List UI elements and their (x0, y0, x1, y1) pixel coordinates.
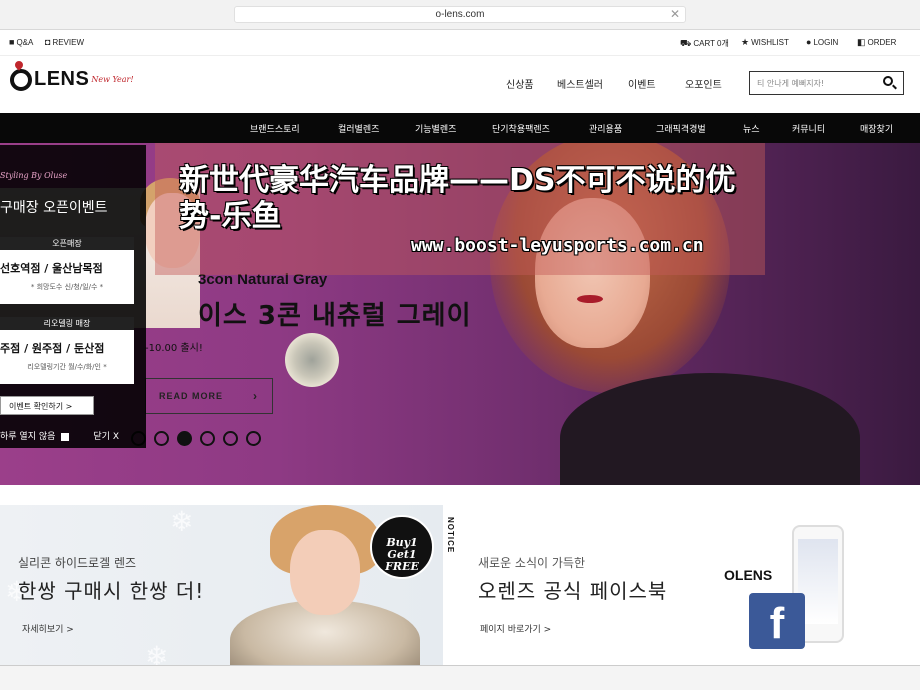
overlay-title: 新世代豪华汽车品牌——DS不可不说的优势-乐鱼 (179, 163, 736, 234)
arrow-right-icon: › (253, 389, 258, 403)
banner1-more-link[interactable]: 자세히보기 > (22, 622, 74, 635)
popup-box-sub: 리오델링기간 월/수/화/인 * (27, 363, 107, 371)
facebook-banner[interactable]: 새로운 소식이 가득한 오렌즈 공식 페이스북 페이지 바로가기 > OLENS… (460, 505, 920, 665)
main-nav: 브랜드스토리 컬러별렌즈 기능별렌즈 단기착용팩렌즈 관리용품 그래픽격경벌 뉴… (0, 113, 920, 143)
search-box[interactable]: 티 안나게 예뻐지자! (749, 71, 904, 95)
hero-spec: -10.00 출시! (145, 343, 203, 354)
chat-icon: ■ (9, 37, 15, 47)
buy1get1-badge: Buy1 Get1 FREE (370, 515, 434, 579)
search-input[interactable]: 티 안나게 예뻐지자! (757, 78, 824, 89)
bottom-bar (0, 665, 920, 690)
banner2-logo: OLENS (724, 567, 773, 583)
order-label: ORDER (867, 38, 897, 47)
site-header: LENS New Year! 신상품 베스트셀러 이벤트 오포인트 티 안나게 … (0, 56, 920, 113)
banner1-model-face (290, 530, 360, 615)
search-icon[interactable] (883, 76, 893, 86)
popup-footer: 하루 열지 않음 닫기 X (0, 429, 146, 442)
popup-box-main: 주점 / 원주점 / 둔산점 (0, 342, 105, 355)
main-nav-short-term[interactable]: 단기착용팩렌즈 (492, 122, 550, 135)
popup-event-button[interactable]: 이벤트 확인하기 > (0, 396, 94, 415)
main-nav-news[interactable]: 뉴스 (743, 122, 760, 135)
order-icon: ◧ (857, 37, 866, 47)
main-nav-function-lens[interactable]: 기능별렌즈 (415, 122, 456, 135)
carousel-dot[interactable] (223, 431, 238, 446)
banner2-subtitle: 새로운 소식이 가득한 (478, 556, 585, 570)
popup-title: 구매장 오픈이벤트 (0, 200, 108, 216)
popup-box-header: 오픈매장 (0, 237, 134, 250)
main-nav-community[interactable]: 커뮤니티 (792, 122, 825, 135)
overlay-banner: 新世代豪华汽车品牌——DS不可不说的优势-乐鱼 www.boost-leyusp… (155, 143, 765, 275)
cart-label: CART 0개 (693, 39, 729, 48)
main-nav-care[interactable]: 관리용품 (589, 122, 622, 135)
no-show-checkbox[interactable] (61, 432, 70, 441)
logo-new-year: New Year! (91, 75, 134, 84)
user-icon: ● (806, 37, 812, 47)
order-link[interactable]: ◧ ORDER (857, 37, 897, 48)
banner2-title: 오렌즈 공식 페이스북 (478, 579, 668, 603)
wishlist-label: WISHLIST (751, 38, 789, 47)
login-link[interactable]: ● LOGIN (806, 37, 839, 48)
wishlist-link[interactable]: ★ WISHLIST (741, 37, 789, 48)
cart-icon: ⛟ (680, 38, 692, 48)
qa-link[interactable]: ■ Q&A (9, 37, 34, 48)
snowflake-icon: ❄ (145, 641, 169, 665)
carousel-dots (131, 431, 261, 446)
login-label: LOGIN (813, 38, 839, 47)
nav-opoint[interactable]: 오포인트 (685, 76, 722, 91)
nav-new[interactable]: 신상품 (506, 76, 534, 91)
snowflake-icon: ❄ (170, 506, 194, 537)
main-nav-brand-story[interactable]: 브랜드스토리 (250, 122, 300, 135)
nav-event[interactable]: 이벤트 (628, 76, 656, 91)
cart-link[interactable]: ⛟ CART 0개 (680, 38, 729, 49)
promo-banner-buy1get1[interactable]: ❄ ❄ ❄ 실리콘 하이드로겔 렌즈 한쌍 구매시 한쌍 더! 자세히보기 > … (0, 505, 443, 665)
banner1-subtitle: 실리콘 하이드로겔 렌즈 (18, 556, 137, 570)
logo-o-mark (10, 68, 32, 91)
site-logo[interactable]: LENS New Year! (10, 68, 134, 91)
banner2-page-link[interactable]: 페이지 바로가기 > (480, 622, 551, 635)
address-bar[interactable]: o-lens.com ✕ (234, 6, 686, 23)
read-more-label: READ MORE (159, 391, 224, 401)
nav-best[interactable]: 베스트셀러 (557, 76, 603, 91)
popup-close-button[interactable]: 닫기 X (93, 429, 119, 442)
review-label: REVIEW (52, 38, 84, 47)
event-popup: Styling By Oluse 구매장 오픈이벤트 오픈매장 선호역점 / 울… (0, 145, 146, 448)
popup-open-store-box: 오픈매장 선호역점 / 울산남목점 * 희망도수 신/청/일/수 * (0, 237, 134, 304)
review-link[interactable]: ◘ REVIEW (45, 37, 84, 48)
utility-bar: ■ Q&A ◘ REVIEW ⛟ CART 0개 ★ WISHLIST ● LO… (0, 30, 920, 56)
no-show-today-label: 하루 열지 않음 (0, 432, 56, 442)
banner1-title: 한쌍 구매시 한쌍 더! (18, 579, 205, 603)
logo-text: LENS (34, 68, 90, 90)
notice-tab[interactable]: NOTICE (446, 517, 455, 553)
popup-script-text: Styling By Oluse (0, 171, 68, 180)
qa-label: Q&A (16, 38, 34, 47)
url-text: o-lens.com (435, 9, 485, 20)
star-icon: ★ (741, 37, 750, 47)
main-nav-store-finder[interactable]: 매장찾기 (860, 122, 893, 135)
popup-remodel-box: 리오델링 매장 주점 / 원주점 / 둔산점 리오델링기간 월/수/화/인 * (0, 317, 134, 384)
facebook-icon: f (749, 593, 805, 649)
popup-box-header: 리오델링 매장 (0, 317, 134, 330)
section-divider (0, 485, 920, 505)
popup-box-main: 선호역점 / 울산남목점 (0, 262, 103, 275)
popup-box-sub: * 희망도수 신/청/일/수 * (30, 283, 104, 291)
main-nav-color-lens[interactable]: 컬러별렌즈 (338, 122, 379, 135)
badge-text: Buy1 Get1 FREE (385, 536, 419, 573)
overlay-url: www.boost-leyusports.com.cn (411, 235, 704, 256)
browser-toolbar: o-lens.com ✕ (0, 0, 920, 30)
read-more-button[interactable]: READ MORE › (145, 378, 273, 414)
hero-model-lips (577, 295, 603, 303)
close-icon[interactable]: ✕ (670, 7, 680, 22)
camera-icon: ◘ (45, 37, 51, 47)
carousel-dot[interactable] (246, 431, 261, 446)
carousel-dot[interactable] (200, 431, 215, 446)
carousel-dot[interactable] (154, 431, 169, 446)
main-nav-graphic[interactable]: 그래픽격경벌 (656, 122, 706, 135)
carousel-dot-active[interactable] (177, 431, 192, 446)
hero-product-kr: 이스 3콘 내츄럴 그레이 (198, 301, 472, 331)
lens-image (285, 333, 339, 387)
